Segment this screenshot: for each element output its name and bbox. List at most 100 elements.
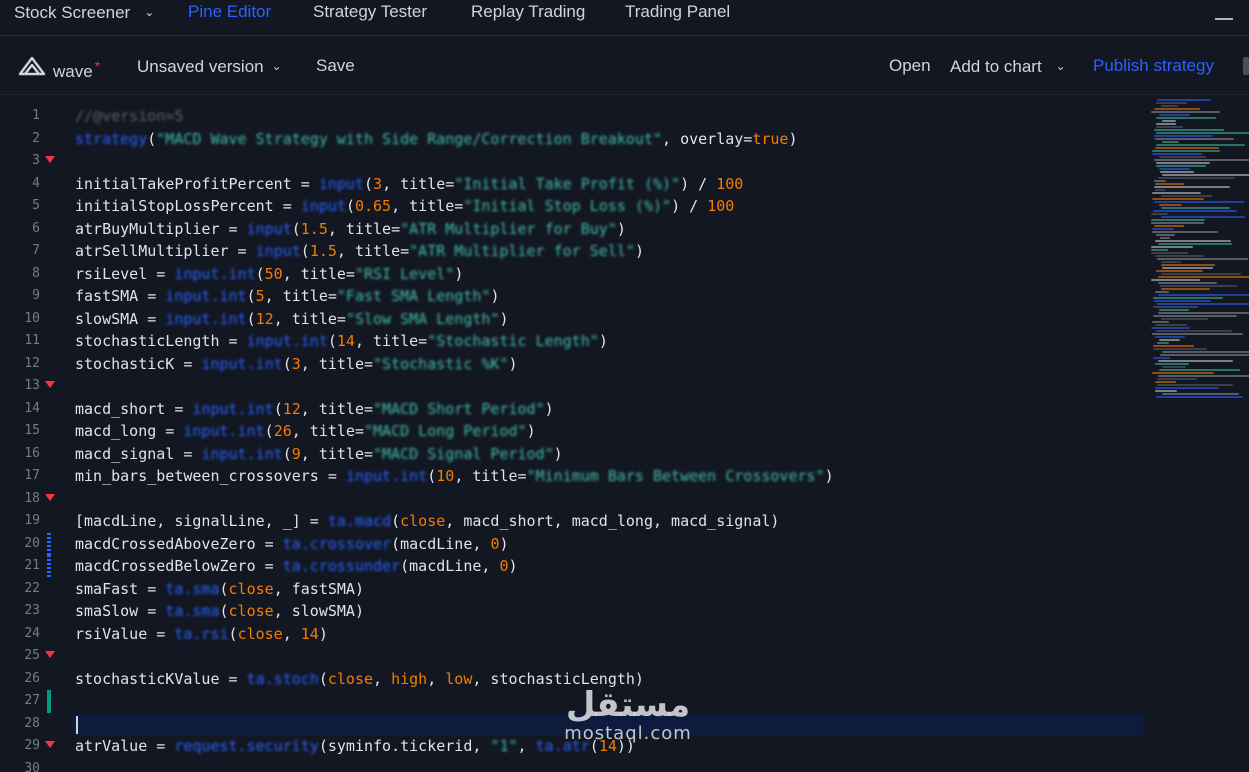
version-dropdown[interactable]: Unsaved version ⌄ <box>137 56 282 77</box>
code-token: ) <box>634 242 644 260</box>
code-token: 50 <box>264 264 283 283</box>
gutter-line: 23 <box>0 600 60 623</box>
minimap-line <box>1154 225 1184 227</box>
save-button[interactable]: Save <box>316 56 355 76</box>
line-number: 13 <box>24 378 40 393</box>
code-token: ( <box>282 354 292 373</box>
gutter-line: 12 <box>0 353 60 376</box>
code-token: ( <box>318 669 328 688</box>
code-token: ) <box>544 399 554 418</box>
code-token: smaFast = <box>75 579 166 598</box>
tab-stock-screener[interactable]: Stock Screener ⌄ <box>14 2 154 23</box>
minimap-line <box>1161 288 1210 290</box>
code-token: ( <box>391 512 401 530</box>
fold-marker-icon[interactable] <box>45 493 55 501</box>
code-token: ta.macd <box>327 512 392 530</box>
line-number: 6 <box>32 220 40 236</box>
code-line: min_bars_between_crossovers = input.int(… <box>75 465 1140 488</box>
code-token: , title= <box>454 467 527 485</box>
minimap-line <box>1160 237 1170 239</box>
watermark-latin: mostaql.com <box>564 723 692 744</box>
minimap-line <box>1151 246 1193 248</box>
code-token: fastSMA = <box>75 287 166 305</box>
minimap-line <box>1162 393 1239 395</box>
code-line: smaFast = ta.sma(close, fastSMA) <box>75 578 1140 601</box>
code-line: rsiValue = ta.rsi(close, 14) <box>75 623 1140 646</box>
line-number: 23 <box>24 603 40 618</box>
gutter-line: 1 <box>0 105 60 128</box>
code-line: initialStopLossPercent = input(0.65, tit… <box>75 195 1140 218</box>
minimap-line <box>1155 390 1177 392</box>
code-token: slowSMA = <box>75 309 166 328</box>
code-token: macdCrossedAboveZero = <box>75 534 283 553</box>
minimap-line <box>1151 249 1168 251</box>
code-token: //@version=5 <box>75 107 184 125</box>
code-token: stochasticK = <box>75 354 202 373</box>
minimap-line <box>1153 345 1194 347</box>
code-token: high <box>391 669 428 688</box>
minimap-line <box>1161 216 1245 218</box>
fold-marker-icon[interactable] <box>45 741 55 748</box>
code-token: [macdLine, signalLine, _] = <box>75 512 328 530</box>
code-token: ) / <box>680 174 717 193</box>
minimap[interactable] <box>1147 96 1249 401</box>
publish-strategy-button[interactable]: Publish strategy <box>1093 56 1214 76</box>
code-token: , title= <box>382 174 455 193</box>
code-token: , macd_short, macd_long, macd_signal) <box>445 512 780 530</box>
open-button[interactable]: Open <box>889 56 931 76</box>
code-token: 0.65 <box>354 197 392 215</box>
minimap-line <box>1162 174 1249 176</box>
code-token: ) <box>526 422 536 440</box>
code-token: close <box>237 624 283 643</box>
minimap-line <box>1156 123 1176 125</box>
tab-label: Pine Editor <box>188 2 272 21</box>
code-token: 14 <box>300 624 319 643</box>
code-token: ) <box>508 557 518 575</box>
minimap-line <box>1154 180 1166 182</box>
tab-replay-trading[interactable]: Replay Trading <box>471 2 585 22</box>
minimap-line <box>1158 375 1249 377</box>
tab-strategy-tester[interactable]: Strategy Tester <box>313 2 427 22</box>
minimap-line <box>1161 318 1208 320</box>
code-token: ta.sma <box>165 602 220 620</box>
fold-marker-icon[interactable] <box>45 381 55 388</box>
code-token: initialStopLossPercent = <box>75 197 301 215</box>
script-name[interactable]: wave * <box>53 56 100 82</box>
code-token: 1.5 <box>309 242 337 260</box>
gutter-line: 13 <box>0 375 60 398</box>
code-line: rsiLevel = input.int(50, title="RSI Leve… <box>75 263 1140 286</box>
fold-marker-icon[interactable] <box>45 156 55 163</box>
code-line: //@version=5 <box>75 105 1140 128</box>
line-number: 14 <box>24 400 40 416</box>
code-token: (macdLine, <box>400 557 500 575</box>
code-token: "Initial Stop Loss (%)" <box>463 197 672 215</box>
line-number: 22 <box>24 580 40 596</box>
code-token: ( <box>147 129 157 148</box>
tab-trading-panel[interactable]: Trading Panel <box>625 2 730 22</box>
code-token: , title= <box>354 332 428 350</box>
code-token: , slowSMA) <box>273 602 364 620</box>
minimap-line <box>1160 354 1249 356</box>
code-editor[interactable]: 1//@version=5 2 strategy("MACD Wave Strate… <box>0 96 1249 772</box>
tab-pine-editor[interactable]: Pine Editor <box>188 2 271 22</box>
more-menu-edge[interactable] <box>1243 57 1249 75</box>
added-line-marker <box>47 690 51 713</box>
minimap-line <box>1155 387 1219 389</box>
code-line: macdCrossedAboveZero = ta.crossover(macd… <box>75 533 1140 556</box>
top-nav: Stock Screener ⌄ Pine Editor Strategy Tes… <box>0 0 1249 36</box>
line-number: 11 <box>24 333 40 348</box>
line-number: 19 <box>24 513 40 528</box>
minimap-line <box>1153 357 1170 359</box>
fold-marker-icon[interactable] <box>45 651 55 658</box>
add-to-chart-button[interactable]: Add to chart ⌄ <box>950 56 1066 77</box>
minimize-panel-button[interactable] <box>1215 18 1233 20</box>
code-line: atrBuyMultiplier = input(1.5, title="ATR… <box>75 218 1140 241</box>
code-token: , fastSMA) <box>273 579 364 598</box>
code-token: atrValue = <box>75 737 175 755</box>
code-token: ( <box>246 309 256 328</box>
unsaved-marker: * <box>94 58 101 74</box>
code-token: initialTakeProfitPercent = <box>75 174 319 193</box>
code-token: min_bars_between_crossovers = <box>75 467 346 485</box>
code-token: ) <box>788 129 798 148</box>
